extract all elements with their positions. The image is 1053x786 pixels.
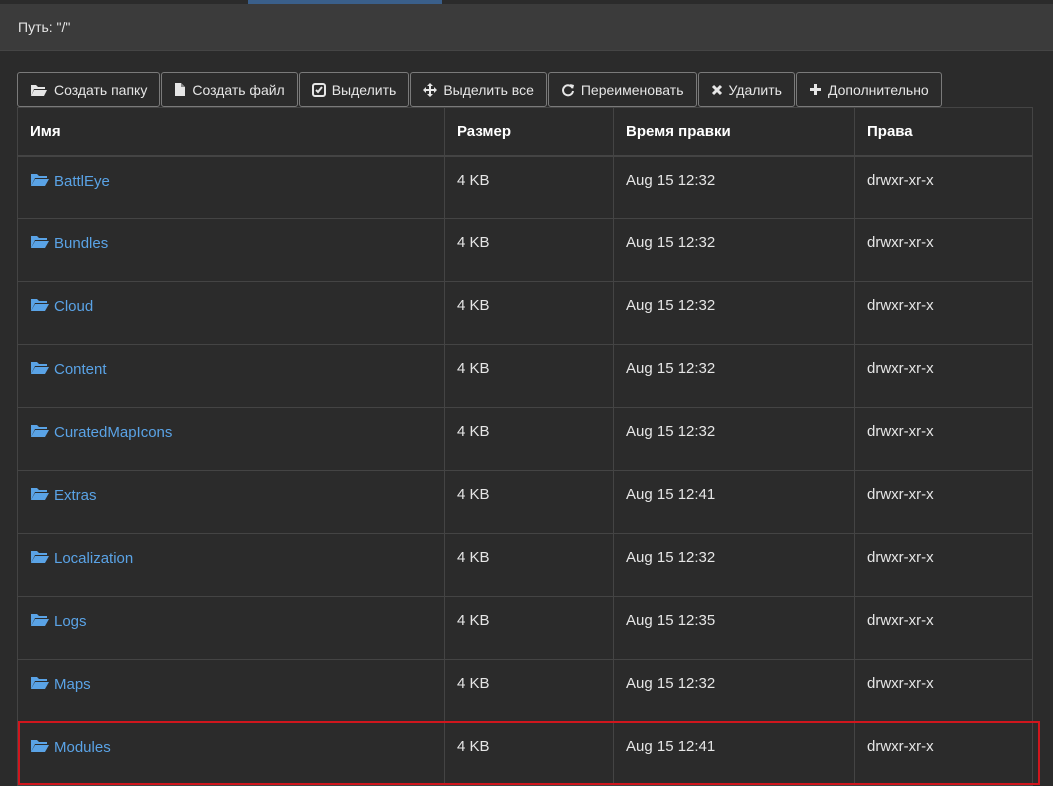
folder-open-icon bbox=[30, 486, 50, 505]
file-permissions: drwxr-xr-x bbox=[854, 155, 1033, 219]
file-permissions: drwxr-xr-x bbox=[854, 344, 1033, 408]
folder-link[interactable]: Logs bbox=[30, 612, 87, 631]
column-header-modified[interactable]: Время правки bbox=[613, 107, 855, 156]
table-header-row: Имя Размер Время правки Права bbox=[17, 107, 1033, 156]
folder-link[interactable]: Localization bbox=[30, 549, 133, 568]
file-modified: Aug 15 12:32 bbox=[613, 281, 855, 345]
file-size: 4 KB bbox=[444, 722, 614, 786]
refresh-icon bbox=[561, 83, 575, 97]
table-row[interactable]: Bundles 4 KB Aug 15 12:32 drwxr-xr-x bbox=[17, 218, 1033, 282]
create-file-button[interactable]: Создать файл bbox=[161, 72, 298, 107]
folder-open-icon bbox=[30, 297, 50, 316]
table-row[interactable]: Modules 4 KB Aug 15 12:41 drwxr-xr-x bbox=[17, 722, 1033, 786]
select-button[interactable]: Выделить bbox=[298, 72, 410, 107]
folder-open-icon bbox=[30, 549, 50, 568]
folder-open-icon bbox=[30, 172, 50, 191]
file-permissions: drwxr-xr-x bbox=[854, 659, 1033, 723]
check-square-icon bbox=[311, 82, 326, 97]
file-size: 4 KB bbox=[444, 344, 614, 408]
file-permissions: drwxr-xr-x bbox=[854, 533, 1033, 597]
table-row[interactable]: Maps 4 KB Aug 15 12:32 drwxr-xr-x bbox=[17, 659, 1033, 723]
toolbar: Создать папку Создать файл Выделить Выде… bbox=[17, 72, 943, 107]
folder-link[interactable]: Modules bbox=[30, 738, 111, 757]
folder-link[interactable]: BattlEye bbox=[30, 172, 110, 191]
path-bar: Путь: "/" bbox=[0, 4, 1053, 51]
table-row[interactable]: Cloud 4 KB Aug 15 12:32 drwxr-xr-x bbox=[17, 281, 1033, 345]
file-modified: Aug 15 12:32 bbox=[613, 533, 855, 597]
table-row[interactable]: CuratedMapIcons 4 KB Aug 15 12:32 drwxr-… bbox=[17, 407, 1033, 471]
file-permissions: drwxr-xr-x bbox=[854, 722, 1033, 786]
current-path: Путь: "/" bbox=[18, 19, 71, 35]
file-icon bbox=[174, 82, 186, 97]
file-size: 4 KB bbox=[444, 470, 614, 534]
file-size: 4 KB bbox=[444, 218, 614, 282]
file-modified: Aug 15 12:35 bbox=[613, 596, 855, 660]
column-header-size[interactable]: Размер bbox=[444, 107, 614, 156]
folder-open-icon bbox=[30, 360, 50, 379]
file-permissions: drwxr-xr-x bbox=[854, 281, 1033, 345]
folder-link[interactable]: Cloud bbox=[30, 297, 93, 316]
folder-link[interactable]: Content bbox=[30, 360, 107, 379]
folder-open-icon bbox=[30, 423, 50, 442]
file-modified: Aug 15 12:32 bbox=[613, 407, 855, 471]
file-modified: Aug 15 12:32 bbox=[613, 344, 855, 408]
file-permissions: drwxr-xr-x bbox=[854, 470, 1033, 534]
table-row[interactable]: Extras 4 KB Aug 15 12:41 drwxr-xr-x bbox=[17, 470, 1033, 534]
file-table-container: Имя Размер Время правки Права BattlEye 4… bbox=[17, 107, 1033, 786]
file-size: 4 KB bbox=[444, 407, 614, 471]
folder-link[interactable]: CuratedMapIcons bbox=[30, 423, 172, 442]
rename-button[interactable]: Переименовать bbox=[547, 72, 697, 107]
file-size: 4 KB bbox=[444, 596, 614, 660]
file-modified: Aug 15 12:32 bbox=[613, 659, 855, 723]
file-modified: Aug 15 12:32 bbox=[613, 218, 855, 282]
move-arrows-icon bbox=[423, 82, 438, 97]
create-folder-button[interactable]: Создать папку bbox=[17, 72, 161, 107]
file-modified: Aug 15 12:41 bbox=[613, 722, 855, 786]
file-size: 4 KB bbox=[444, 659, 614, 723]
delete-button[interactable]: Удалить bbox=[697, 72, 795, 107]
file-size: 4 KB bbox=[444, 533, 614, 597]
file-permissions: drwxr-xr-x bbox=[854, 407, 1033, 471]
select-all-button[interactable]: Выделить все bbox=[410, 72, 547, 107]
table-row[interactable]: Content 4 KB Aug 15 12:32 drwxr-xr-x bbox=[17, 344, 1033, 408]
folder-open-icon bbox=[30, 675, 50, 694]
folder-link[interactable]: Bundles bbox=[30, 234, 108, 253]
plus-icon bbox=[809, 83, 822, 96]
folder-link[interactable]: Extras bbox=[30, 486, 97, 505]
file-size: 4 KB bbox=[444, 281, 614, 345]
column-header-name[interactable]: Имя bbox=[17, 107, 445, 156]
more-button[interactable]: Дополнительно bbox=[795, 72, 942, 107]
folder-open-icon bbox=[30, 83, 48, 97]
folder-open-icon bbox=[30, 612, 50, 631]
table-row[interactable]: BattlEye 4 KB Aug 15 12:32 drwxr-xr-x bbox=[17, 155, 1033, 219]
folder-open-icon bbox=[30, 234, 50, 253]
table-row[interactable]: Logs 4 KB Aug 15 12:35 drwxr-xr-x bbox=[17, 596, 1033, 660]
folder-link[interactable]: Maps bbox=[30, 675, 91, 694]
file-modified: Aug 15 12:32 bbox=[613, 155, 855, 219]
table-row[interactable]: Localization 4 KB Aug 15 12:32 drwxr-xr-… bbox=[17, 533, 1033, 597]
column-header-permissions[interactable]: Права bbox=[854, 107, 1033, 156]
folder-open-icon bbox=[30, 738, 50, 757]
file-permissions: drwxr-xr-x bbox=[854, 596, 1033, 660]
file-permissions: drwxr-xr-x bbox=[854, 218, 1033, 282]
close-icon bbox=[711, 84, 723, 96]
file-size: 4 KB bbox=[444, 155, 614, 219]
file-modified: Aug 15 12:41 bbox=[613, 470, 855, 534]
file-table: Имя Размер Время правки Права BattlEye 4… bbox=[17, 107, 1033, 786]
